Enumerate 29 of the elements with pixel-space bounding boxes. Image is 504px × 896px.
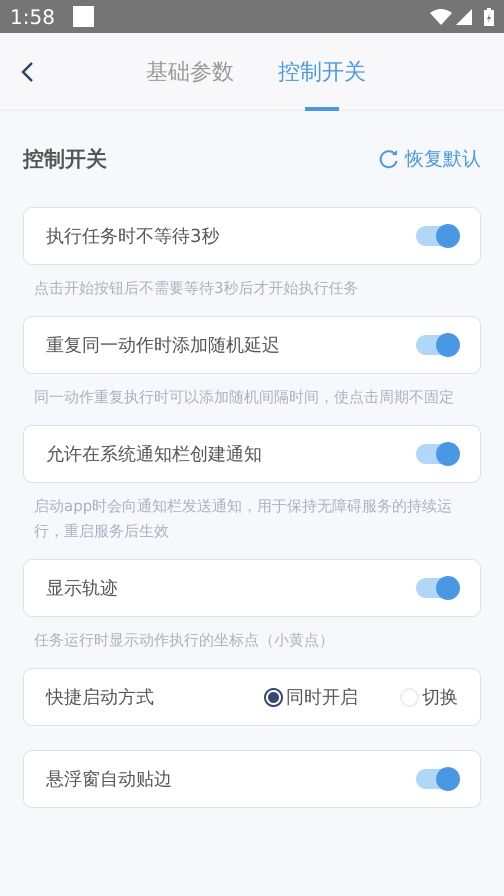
notification-icon (72, 6, 94, 27)
setting-hint: 启动app时会向通知栏发送通知，用于保持无障碍服务的持续运行，重启服务后生效 (33, 496, 454, 542)
section-title: 控制开关 (23, 146, 107, 173)
setting-label: 悬浮窗自动贴边 (46, 768, 173, 791)
battery-icon (484, 8, 494, 26)
signal-icon (456, 8, 472, 24)
setting-hint: 任务运行时显示动作执行的坐标点（小黄点） (33, 630, 335, 651)
setting-label: 显示轨迹 (46, 577, 119, 600)
wifi-icon (430, 8, 452, 24)
tab[interactable]: 控制开关 (278, 33, 366, 110)
radio-option[interactable]: 同时开启 (264, 685, 358, 709)
toggle-switch[interactable] (416, 444, 458, 464)
toggle-switch[interactable] (416, 578, 458, 598)
radio-option[interactable]: 切换 (400, 685, 458, 709)
setting-hint: 同一动作重复执行时可以添加随机间隔时间，使点击周期不固定 (33, 387, 455, 408)
setting-label: 执行任务时不等待3秒 (46, 225, 220, 248)
radio-button[interactable] (264, 688, 283, 706)
setting-label: 重复同一动作时添加随机延迟 (46, 334, 281, 357)
setting-label: 快捷启动方式 (46, 686, 155, 709)
toggle-switch[interactable] (416, 335, 458, 355)
tab[interactable]: 基础参数 (146, 33, 234, 110)
restore-defaults-button[interactable]: 恢复默认 (379, 146, 481, 172)
back-icon[interactable] (20, 61, 34, 83)
setting-hint: 点击开始按钮后不需要等待3秒后才开始执行任务 (33, 278, 360, 299)
toggle-switch[interactable] (416, 769, 458, 789)
refresh-icon (379, 149, 399, 169)
status-time: 1:58 (10, 4, 55, 28)
toggle-switch[interactable] (416, 226, 458, 246)
setting-label: 允许在系统通知栏创建通知 (46, 443, 263, 466)
